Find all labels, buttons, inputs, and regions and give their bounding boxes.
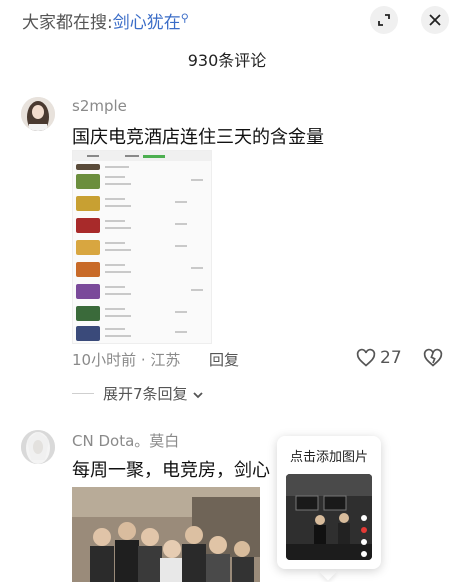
dislike-icon [423,348,443,367]
avatar-image [21,430,55,464]
avatar[interactable] [21,97,55,131]
collapse-icon [378,14,390,26]
avatar[interactable] [21,430,55,464]
comment-username[interactable]: CN Dota。莫白 [72,430,179,451]
collapse-button[interactable] [370,6,398,34]
comment-text: 每周一聚，电竞房，剑心 [72,460,270,481]
expand-replies-label: 展开7条回复 [103,385,188,403]
comment-count: 930条评论 [187,51,267,70]
trending-search-hint[interactable]: 大家都在搜:剑心犹在⚲ [22,8,189,33]
search-icon: ⚲ [180,11,189,25]
comment-username[interactable]: s2mple [72,97,127,115]
tooltip-preview-image[interactable] [286,474,372,560]
chevron-down-icon [193,391,203,398]
like-button[interactable] [356,348,376,368]
top-bar: 大家都在搜:剑心犹在⚲ [0,0,454,40]
reply-button[interactable]: 回复 [209,349,239,370]
dislike-button[interactable] [423,348,443,368]
comment-photo[interactable] [72,487,260,582]
heart-icon [356,348,376,367]
expand-replies-button[interactable]: 展开7条回复 [103,383,204,404]
close-button[interactable] [421,6,449,34]
comment-image[interactable] [72,150,212,344]
like-count: 27 [380,348,402,368]
comment-text: 国庆电竞酒店连住三天的含金量 [72,127,324,148]
group-photo [72,487,260,582]
avatar-image [21,97,55,131]
close-icon [429,14,441,26]
comment-meta: 10小时前 · 江苏 [72,351,181,369]
search-hint-prefix: 大家都在搜: [22,13,113,33]
reply-divider [72,393,94,394]
add-image-tooltip[interactable]: 点击添加图片 [277,436,381,569]
search-hint-keyword[interactable]: 剑心犹在 [113,13,181,33]
tooltip-title: 点击添加图片 [289,450,368,465]
room-preview [286,474,372,560]
